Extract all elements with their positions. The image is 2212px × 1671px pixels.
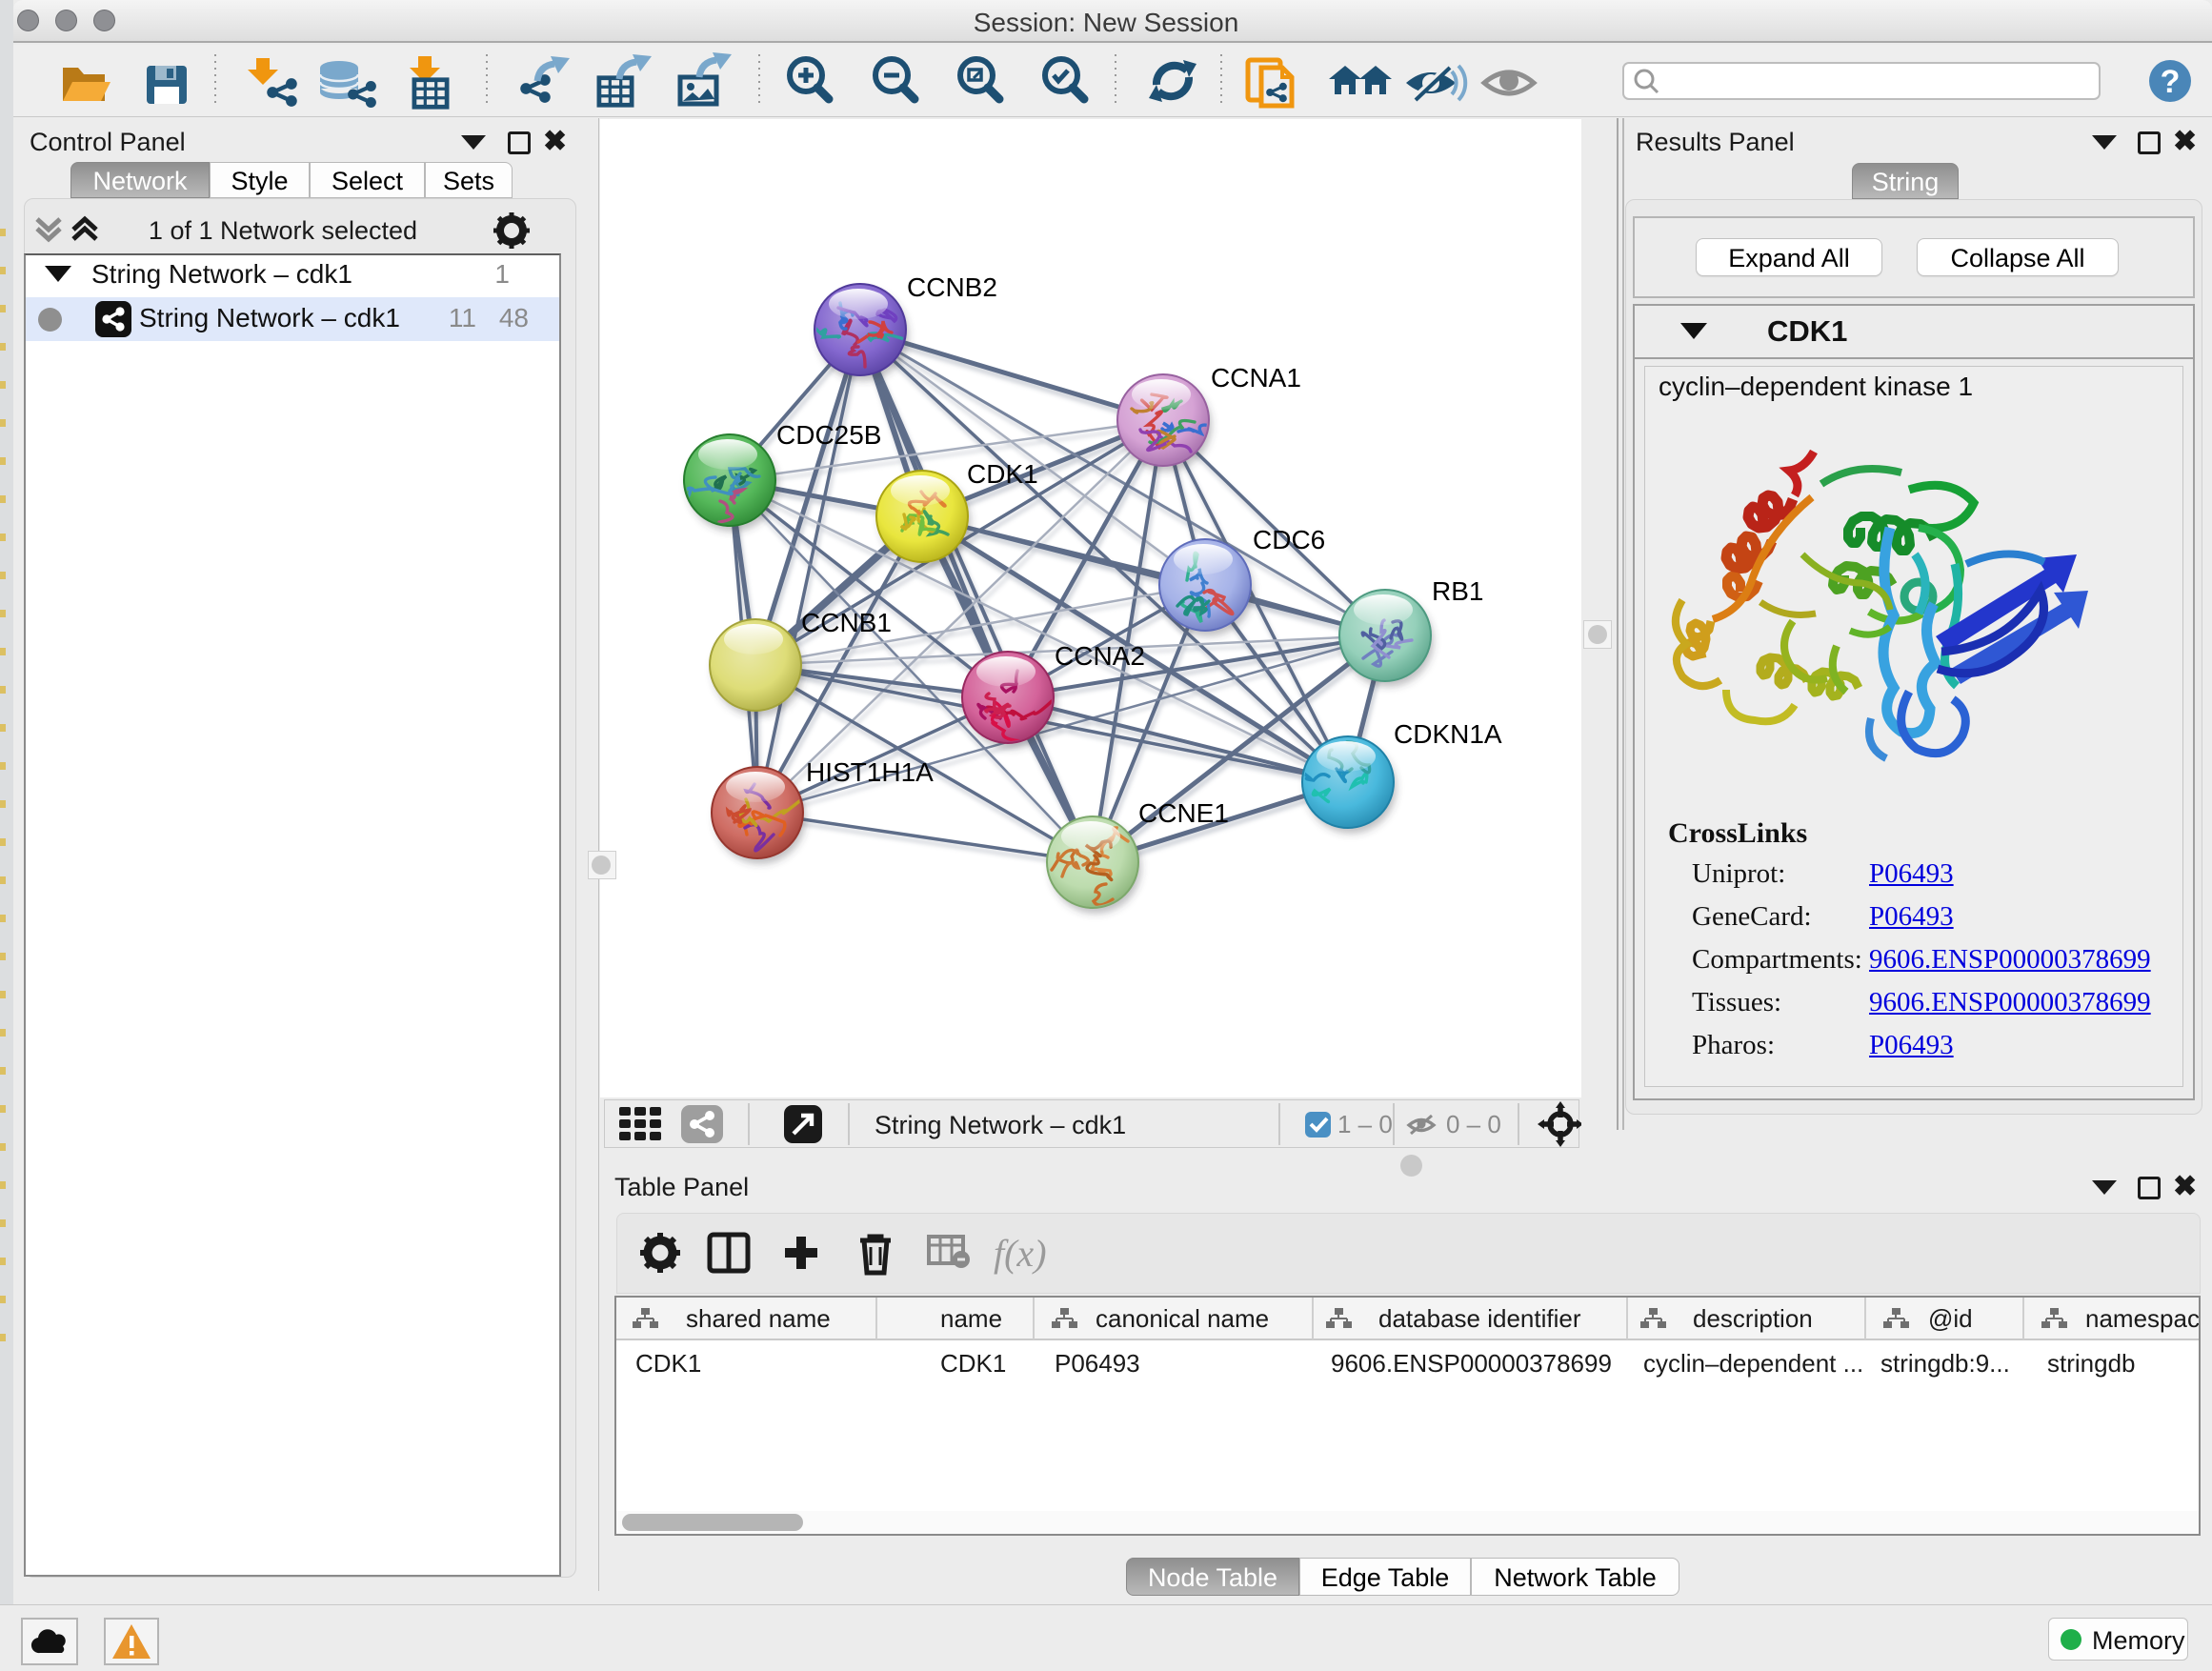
svg-text:CDC6: CDC6 xyxy=(1253,525,1325,554)
svg-text:1 of 1 Network selected: 1 of 1 Network selected xyxy=(149,216,417,245)
svg-text:CCNE1: CCNE1 xyxy=(1138,798,1229,828)
svg-text:cyclin–dependent ...: cyclin–dependent ... xyxy=(1643,1349,1863,1378)
svg-text:1 – 0: 1 – 0 xyxy=(1337,1110,1393,1138)
svg-text:CDKN1A: CDKN1A xyxy=(1394,719,1502,749)
svg-text:9606.ENSP00000378699: 9606.ENSP00000378699 xyxy=(1331,1349,1612,1378)
svg-text:CCNA1: CCNA1 xyxy=(1211,363,1301,393)
svg-text:shared name: shared name xyxy=(686,1304,831,1333)
svg-text:canonical name: canonical name xyxy=(1096,1304,1269,1333)
svg-text:database identifier: database identifier xyxy=(1378,1304,1581,1333)
svg-text:?: ? xyxy=(2161,64,2181,100)
svg-text:description: description xyxy=(1693,1304,1813,1333)
svg-text:stringdb:9...: stringdb:9... xyxy=(1880,1349,2010,1378)
svg-text:CCNB2: CCNB2 xyxy=(907,272,997,302)
svg-text:stringdb: stringdb xyxy=(2047,1349,2136,1378)
svg-text:CCNA2: CCNA2 xyxy=(1055,641,1145,671)
svg-text:CCNB1: CCNB1 xyxy=(801,608,892,637)
svg-text:name: name xyxy=(940,1304,1002,1333)
svg-text:CDK1: CDK1 xyxy=(635,1349,701,1378)
svg-text:CDK1: CDK1 xyxy=(940,1349,1006,1378)
svg-text:HIST1H1A: HIST1H1A xyxy=(806,757,934,787)
svg-text:RB1: RB1 xyxy=(1432,576,1483,606)
svg-text:P06493: P06493 xyxy=(1055,1349,1140,1378)
svg-text:CDK1: CDK1 xyxy=(967,459,1038,489)
svg-text:CDC25B: CDC25B xyxy=(776,420,881,450)
svg-text:String Network – cdk1: String Network – cdk1 xyxy=(875,1111,1126,1139)
svg-text:@id: @id xyxy=(1928,1304,1973,1333)
svg-text:f(x): f(x) xyxy=(994,1232,1047,1275)
svg-text:namespac: namespac xyxy=(2085,1304,2199,1333)
svg-text:0 – 0: 0 – 0 xyxy=(1446,1110,1501,1138)
